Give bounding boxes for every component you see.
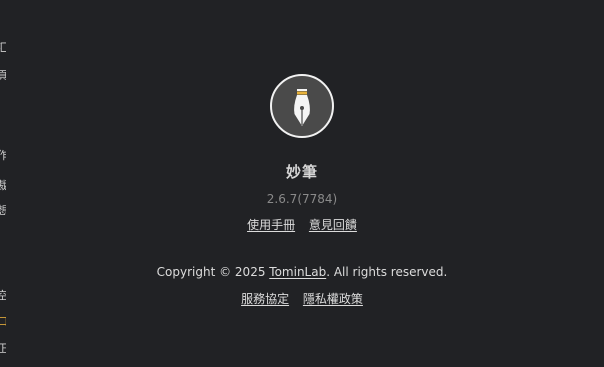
app-title: 妙筆 [285, 163, 318, 181]
company-link[interactable]: TominLab [269, 265, 326, 279]
user-manual-link[interactable]: 使用手冊 [247, 218, 295, 232]
legal-links: 服務協定 隱私權政策 [0, 290, 604, 307]
app-version: 2.6.7(7784) [266, 192, 338, 206]
copyright-prefix: Copyright © 2025 [156, 265, 270, 279]
app-logo [270, 74, 334, 138]
left-edge-clipped-panel: 汇 頁 作 裁 想 空 口 正 [0, 41, 6, 355]
help-links: 使用手冊 意見回饋 [0, 216, 604, 233]
about-dialog: 汇 頁 作 裁 想 空 口 正 妙筆 2.6.7(7784) 使用手冊 意見回饋… [0, 0, 604, 367]
fountain-pen-nib-icon [294, 89, 310, 126]
feedback-link[interactable]: 意見回饋 [309, 218, 357, 232]
privacy-policy-link[interactable]: 隱私權政策 [303, 292, 363, 306]
copyright-notice: Copyright © 2025 TominLab. All rights re… [0, 265, 604, 279]
terms-of-service-link[interactable]: 服務協定 [241, 292, 289, 306]
copyright-suffix: . All rights reserved. [326, 265, 448, 279]
